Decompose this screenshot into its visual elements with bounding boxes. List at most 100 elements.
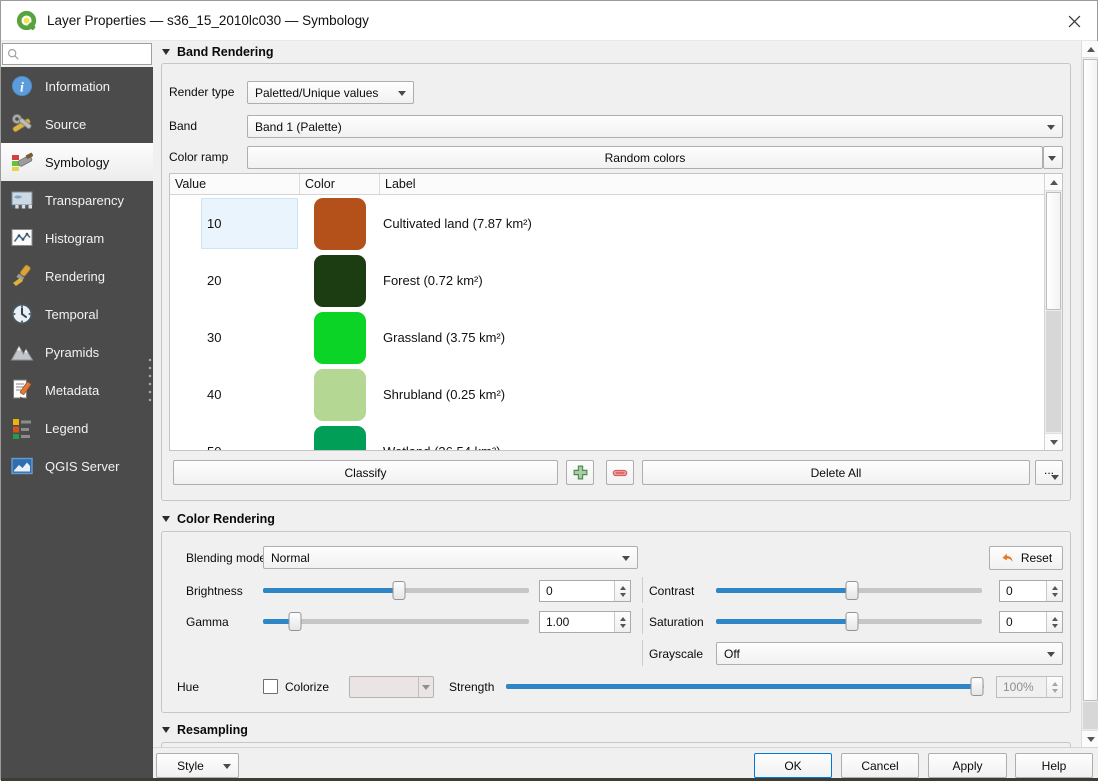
table-row[interactable]: 30 Grassland (3.75 km²) [170,309,1044,366]
band-rendering-header[interactable]: Band Rendering [162,45,274,59]
sidebar-item-histogram[interactable]: Histogram [1,219,153,257]
color-swatch[interactable] [314,312,366,364]
color-swatch[interactable] [314,369,366,421]
delete-all-button[interactable]: Delete All [642,460,1030,485]
sidebar-item-label: Legend [45,421,88,436]
table-row[interactable]: 40 Shrubland (0.25 km²) [170,366,1044,423]
more-options-button[interactable]: ... [1035,460,1063,485]
sidebar-item-temporal[interactable]: Temporal [1,295,153,333]
label-cell[interactable]: Shrubland (0.25 km²) [380,387,1044,402]
help-button[interactable]: Help [1015,753,1093,778]
table-row[interactable]: 10 Cultivated land (7.87 km²) [170,195,1044,252]
spin-arrows-icon[interactable] [1046,581,1062,601]
scroll-down-icon[interactable] [1045,433,1062,450]
sidebar-item-metadata[interactable]: Metadata [1,371,153,409]
spin-arrows-icon[interactable] [614,581,630,601]
symbology-panel: Band Rendering Render type Paletted/Uniq… [153,41,1081,747]
column-header-label[interactable]: Label [380,174,1044,194]
band-combo[interactable]: Band 1 (Palette) [247,115,1063,138]
grayscale-combo[interactable]: Off [716,642,1063,665]
slider-handle[interactable] [845,581,858,600]
scrollbar-thumb[interactable] [1046,192,1061,310]
colorize-checkbox[interactable] [263,679,278,694]
sidebar-search-wrap [1,41,153,67]
colorize-label: Colorize [285,676,329,698]
color-ramp-button[interactable]: Random colors [247,146,1043,169]
scrollbar-track[interactable] [1046,311,1061,432]
color-ramp-value: Random colors [605,151,686,165]
color-swatch[interactable] [314,426,366,451]
sidebar-item-rendering[interactable]: Rendering [1,257,153,295]
add-value-button[interactable] [566,460,594,485]
value-cell[interactable]: 30 [207,309,221,366]
search-input[interactable] [2,43,152,65]
color-swatch[interactable] [314,198,366,250]
classify-button[interactable]: Classify [173,460,558,485]
apply-button[interactable]: Apply [928,753,1007,778]
splitter-handle[interactable] [148,356,152,402]
cancel-button[interactable]: Cancel [841,753,919,778]
gamma-spinbox[interactable]: 1.00 [539,611,631,633]
column-header-color[interactable]: Color [300,174,380,194]
slider-handle[interactable] [845,612,858,631]
label-cell[interactable]: Wetland (36.54 km²) [380,444,1044,450]
render-type-label: Render type [169,81,234,103]
strength-slider[interactable] [506,676,984,697]
close-icon[interactable] [1051,1,1097,41]
scrollbar-track[interactable] [1083,702,1098,729]
slider-handle[interactable] [288,612,301,631]
panel-scrollbar[interactable] [1081,41,1098,747]
column-header-value[interactable]: Value [170,174,300,194]
saturation-spinbox[interactable]: 0 [999,611,1063,633]
contrast-spinbox[interactable]: 0 [999,580,1063,602]
qgis-logo-icon [16,10,38,32]
table-scrollbar[interactable] [1044,174,1062,450]
ok-button[interactable]: OK [754,753,832,778]
sidebar-item-source[interactable]: Source [1,105,153,143]
slider-handle[interactable] [971,677,984,696]
label-cell[interactable]: Grassland (3.75 km²) [380,330,1044,345]
value-cell[interactable]: 10 [207,216,221,231]
window-title: Layer Properties — s36_15_2010lc030 — Sy… [47,1,369,41]
reset-button[interactable]: Reset [989,546,1063,570]
label-cell[interactable]: Cultivated land (7.87 km²) [380,216,1044,231]
blending-mode-combo[interactable]: Normal [263,546,638,569]
spin-arrows-icon[interactable] [1046,612,1062,632]
value-cell[interactable]: 20 [207,252,221,309]
color-rendering-header[interactable]: Color Rendering [162,512,275,526]
value-cell[interactable]: 50 [207,423,221,450]
brightness-spinbox[interactable]: 0 [539,580,631,602]
sidebar-item-pyramids[interactable]: Pyramids [1,333,153,371]
gamma-slider[interactable] [263,611,529,632]
spin-arrows-icon[interactable] [614,612,630,632]
scroll-down-icon[interactable] [1082,730,1098,747]
label-cell[interactable]: Forest (0.72 km²) [380,273,1044,288]
sidebar-item-transparency[interactable]: Transparency [1,181,153,219]
scrollbar-thumb[interactable] [1083,59,1098,701]
colorize-color-button[interactable] [349,676,434,698]
undo-icon [1000,551,1015,566]
table-row[interactable]: 20 Forest (0.72 km²) [170,252,1044,309]
brightness-value: 0 [546,584,553,598]
scroll-up-icon[interactable] [1045,174,1062,191]
saturation-slider[interactable] [716,611,982,632]
color-swatch[interactable] [314,255,366,307]
svg-text:i: i [20,81,24,96]
slider-handle[interactable] [392,581,405,600]
sidebar-item-qgis-server[interactable]: QGIS Server [1,447,153,485]
contrast-slider[interactable] [716,580,982,601]
color-ramp-dropdown-button[interactable] [1043,146,1063,169]
sidebar-item-symbology[interactable]: Symbology [1,143,153,181]
remove-value-button[interactable] [606,460,634,485]
section-title: Resampling [177,723,248,737]
table-row[interactable]: 50 Wetland (36.54 km²) [170,423,1044,450]
brightness-slider[interactable] [263,580,529,601]
sidebar-item-information[interactable]: i Information [1,67,153,105]
resampling-header[interactable]: Resampling [162,723,248,737]
value-cell[interactable]: 40 [207,366,221,423]
sidebar-item-legend[interactable]: Legend [1,409,153,447]
style-menu-button[interactable]: Style [156,753,239,778]
sidebar-item-label: QGIS Server [45,459,119,474]
render-type-combo[interactable]: Paletted/Unique values [247,81,414,104]
scroll-up-icon[interactable] [1082,41,1098,58]
